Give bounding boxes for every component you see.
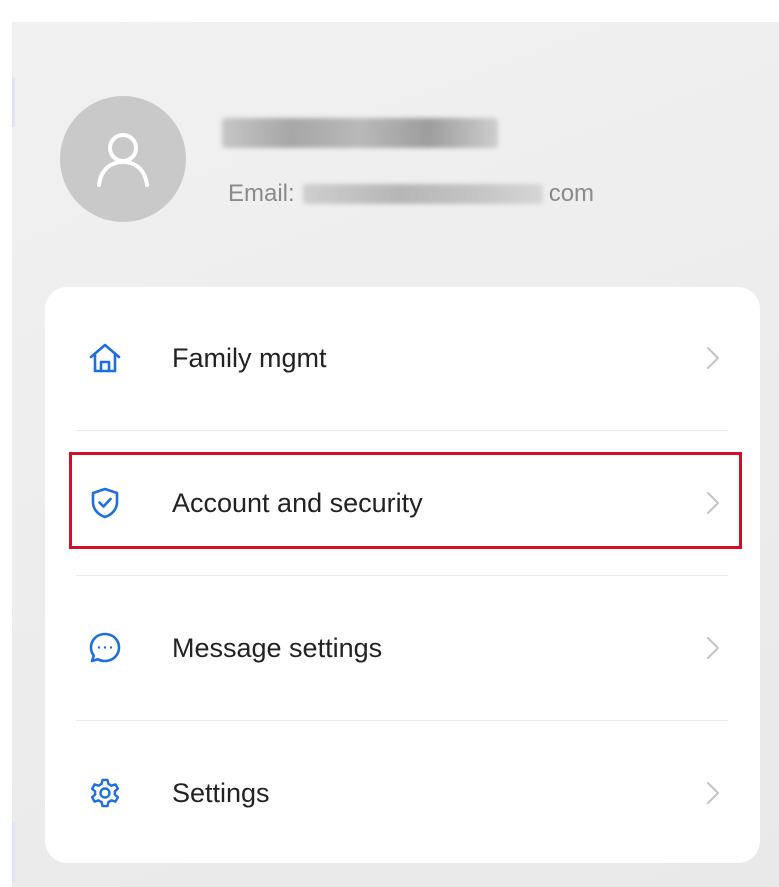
edge-accent-line: [12, 822, 15, 882]
edge-accent-line: [12, 77, 15, 127]
gear-icon: [87, 775, 123, 811]
divider: [76, 720, 728, 721]
menu-item-settings[interactable]: Settings: [45, 722, 760, 862]
divider: [76, 430, 728, 431]
menu-item-label: Settings: [172, 778, 270, 808]
menu-item-family-mgmt[interactable]: Family mgmt: [45, 287, 760, 427]
menu-item-label: Family mgmt: [172, 343, 327, 373]
user-outline-icon: [97, 133, 149, 187]
chevron-right-icon: [703, 779, 723, 807]
menu-item-account-and-security[interactable]: Account and security: [45, 432, 760, 572]
email-label: Email:: [228, 180, 295, 207]
avatar[interactable]: [60, 96, 186, 222]
chevron-right-icon: [703, 634, 723, 662]
user-name-redacted: [222, 118, 498, 148]
menu-card: Family mgmt Account and security Message…: [45, 287, 760, 863]
menu-item-label: Message settings: [172, 633, 383, 663]
menu-item-message-settings[interactable]: Message settings: [45, 577, 760, 717]
menu-item-label: Account and security: [172, 488, 423, 518]
divider: [76, 575, 728, 576]
chevron-right-icon: [703, 489, 723, 517]
user-email: Email: com: [228, 178, 594, 210]
chevron-right-icon: [703, 344, 723, 372]
email-redacted: [302, 184, 543, 204]
home-icon: [87, 340, 123, 376]
email-domain-suffix: com: [548, 180, 595, 207]
shield-check-icon: [87, 485, 123, 521]
chat-bubble-icon: [87, 630, 123, 666]
